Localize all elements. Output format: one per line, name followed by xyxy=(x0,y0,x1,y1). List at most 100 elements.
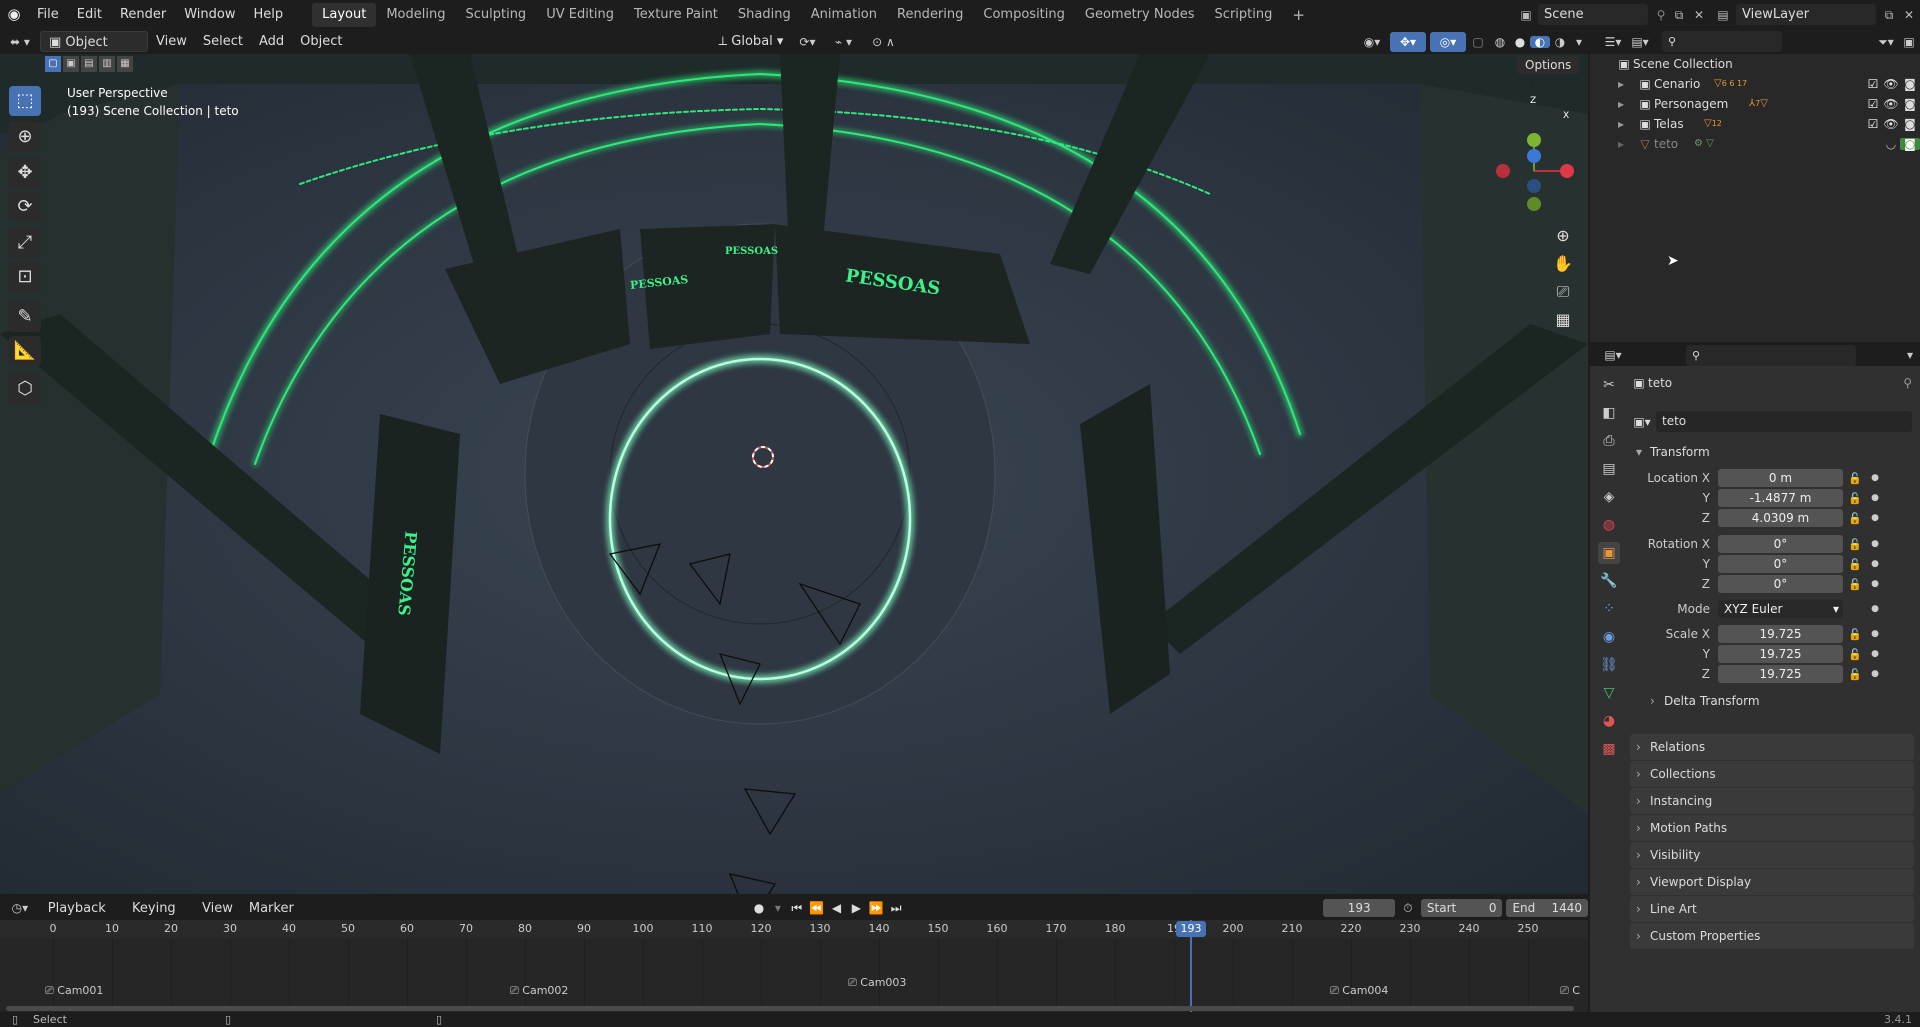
lock-icon[interactable]: 🔓 xyxy=(1843,513,1867,524)
modifiers-tab-icon[interactable]: 🔧 xyxy=(1598,570,1620,592)
properties-search-input[interactable]: ⚲ xyxy=(1686,344,1856,366)
lock-icon[interactable]: 🔓 xyxy=(1843,473,1867,484)
camera-marker[interactable]: ⎚ Cam004 xyxy=(1330,984,1388,998)
object-name-field[interactable]: teto xyxy=(1656,411,1912,432)
pivot-icon[interactable]: ⟳▾ xyxy=(791,36,823,48)
jump-end-icon[interactable]: ⏭ xyxy=(886,902,906,914)
overlay-toggle-icon[interactable]: ◎▾ xyxy=(1430,31,1466,52)
eye-icon[interactable]: 👁 xyxy=(1882,98,1900,110)
orientation-dropdown[interactable]: ⟂ Global ▾ xyxy=(710,31,791,52)
pin-icon[interactable]: ⚲ xyxy=(1903,377,1912,389)
menu-select[interactable]: Select xyxy=(195,31,251,52)
outliner-item-personagem[interactable]: ▸ ▣ Personagem ⅄7▽ ☑ 👁 ◙ xyxy=(1590,94,1920,114)
gizmo-toggle-icon[interactable]: ✥▾ xyxy=(1390,31,1426,52)
play-reverse-icon[interactable]: ◀ xyxy=(827,902,847,914)
outliner-item-teto[interactable]: ▸ ▽ teto ⚙ ▽ ◡ ◙ xyxy=(1590,134,1920,154)
particles-tab-icon[interactable]: ⁘ xyxy=(1598,598,1620,620)
lock-icon[interactable]: 🔓 xyxy=(1843,539,1867,550)
render-tab-icon[interactable]: ◧ xyxy=(1598,402,1620,424)
keyframe-dot-icon[interactable]: ● xyxy=(1867,579,1883,589)
menu-view[interactable]: View xyxy=(148,31,195,52)
timeline-view-menu[interactable]: View xyxy=(194,898,241,919)
tab-geometry-nodes[interactable]: Geometry Nodes xyxy=(1075,3,1205,27)
instancing-panel-header[interactable]: › Instancing xyxy=(1630,788,1914,814)
chevron-down-icon[interactable]: ▾ xyxy=(1900,349,1920,361)
pan-hand-icon[interactable]: ✋ xyxy=(1551,254,1575,278)
editor-type-icon[interactable]: ⬌ ▾ xyxy=(0,36,40,48)
scale-y-field[interactable]: 19.725 xyxy=(1718,645,1843,663)
exclude-checkbox[interactable]: ☑ xyxy=(1864,118,1882,130)
scene-tab-icon[interactable]: ◈ xyxy=(1598,486,1620,508)
play-icon[interactable]: ▶ xyxy=(846,902,866,914)
keyframe-dot-icon[interactable]: ● xyxy=(1867,604,1883,614)
keyframe-dot-icon[interactable]: ● xyxy=(1867,649,1883,659)
close-icon[interactable]: ✕ xyxy=(1898,9,1920,21)
solid-shading-icon[interactable]: ● xyxy=(1510,36,1530,48)
tab-scripting[interactable]: Scripting xyxy=(1205,3,1283,27)
lock-icon[interactable]: 🔓 xyxy=(1843,579,1867,590)
add-workspace-button[interactable]: + xyxy=(1282,3,1315,27)
expand-arrow-icon[interactable]: ▸ xyxy=(1618,134,1636,154)
rotation-mode-dropdown[interactable]: XYZ Euler ▾ xyxy=(1718,600,1843,618)
line-art-panel-header[interactable]: › Line Art xyxy=(1630,896,1914,922)
view-layer-icon[interactable]: ▤ xyxy=(1710,9,1736,21)
material-tab-icon[interactable]: ◕ xyxy=(1598,710,1620,732)
tab-layout[interactable]: Layout xyxy=(312,2,377,27)
view-layer-tab-icon[interactable]: ▤ xyxy=(1598,458,1620,480)
menu-render[interactable]: Render xyxy=(111,0,175,29)
expand-arrow-icon[interactable]: ▸ xyxy=(1618,114,1636,134)
menu-add[interactable]: Add xyxy=(251,31,292,52)
lock-icon[interactable]: 🔓 xyxy=(1843,629,1867,640)
rotation-z-field[interactable]: 0° xyxy=(1718,575,1843,593)
menu-file[interactable]: File xyxy=(28,0,68,29)
current-frame-field[interactable]: 193 xyxy=(1323,899,1396,917)
close-icon[interactable]: ✕ xyxy=(1688,9,1710,21)
scale-tool[interactable]: ⤢ xyxy=(9,228,41,258)
camera-marker[interactable]: ⎚ C xyxy=(1560,984,1580,998)
tab-uv-editing[interactable]: UV Editing xyxy=(536,3,624,27)
tab-compositing[interactable]: Compositing xyxy=(973,3,1075,27)
scale-z-field[interactable]: 19.725 xyxy=(1718,665,1843,683)
render-camera-icon[interactable]: ◙ xyxy=(1900,138,1920,150)
viewport-display-panel-header[interactable]: › Viewport Display xyxy=(1630,869,1914,895)
eye-icon[interactable]: 👁 xyxy=(1882,118,1900,130)
outliner-root[interactable]: ▣ Scene Collection xyxy=(1590,54,1920,74)
xray-icon[interactable]: ▢ xyxy=(1466,36,1490,48)
move-tool[interactable]: ✥ xyxy=(9,158,41,188)
tab-rendering[interactable]: Rendering xyxy=(887,3,973,27)
select-intersect-icon[interactable]: ▦ xyxy=(117,56,133,72)
marker-menu[interactable]: Marker xyxy=(241,898,302,919)
menu-edit[interactable]: Edit xyxy=(68,0,111,29)
camera-marker[interactable]: ⎚ Cam003 xyxy=(848,976,906,990)
prev-keyframe-icon[interactable]: ⏪ xyxy=(807,902,827,914)
new-collection-icon[interactable]: ▣ xyxy=(1898,36,1920,48)
camera-marker[interactable]: ⎚ Cam002 xyxy=(510,984,568,998)
snap-icon[interactable]: ⌁ ▾ xyxy=(823,36,863,48)
exclude-checkbox[interactable]: ☑ xyxy=(1864,78,1882,90)
new-scene-icon[interactable]: ⧉ xyxy=(1670,9,1688,21)
eye-hidden-icon[interactable]: ◡ xyxy=(1882,138,1900,150)
lock-icon[interactable]: 🔓 xyxy=(1843,649,1867,660)
outliner-item-telas[interactable]: ▸ ▣ Telas ▽12 ☑ 👁 ◙ xyxy=(1590,114,1920,134)
ortho-grid-icon[interactable]: ▦ xyxy=(1551,310,1575,334)
data-tab-icon[interactable]: ▽ xyxy=(1598,682,1620,704)
blender-logo-icon[interactable]: ◉ xyxy=(0,7,28,22)
filter-icon[interactable]: ⏷▾ xyxy=(1874,36,1898,48)
lock-icon[interactable]: 🔓 xyxy=(1843,493,1867,504)
world-tab-icon[interactable]: ◍ xyxy=(1598,514,1620,536)
keying-menu[interactable]: Keying ▾ xyxy=(124,898,194,937)
location-z-field[interactable]: 4.0309 m xyxy=(1718,509,1843,527)
proportional-edit-icon[interactable]: ⊙ ∧ xyxy=(863,36,903,48)
zoom-icon[interactable]: ⊕ xyxy=(1551,226,1575,250)
end-frame-field[interactable]: End 1440 xyxy=(1506,899,1589,917)
render-camera-icon[interactable]: ◙ xyxy=(1900,98,1920,110)
new-view-layer-icon[interactable]: ⧉ xyxy=(1880,9,1898,21)
keyframe-dot-icon[interactable]: ● xyxy=(1867,513,1883,523)
outliner-item-cenario[interactable]: ▸ ▣ Cenario ▽6 6 17 ☑ 👁 ◙ xyxy=(1590,74,1920,94)
constraints-tab-icon[interactable]: ⛓ xyxy=(1598,654,1620,676)
annotate-tool[interactable]: ✎ xyxy=(9,302,41,332)
relations-panel-header[interactable]: › Relations xyxy=(1630,734,1914,760)
object-tab-icon[interactable]: ▣ xyxy=(1598,542,1620,564)
options-button[interactable]: Options xyxy=(1517,56,1580,74)
pin-icon[interactable]: ⚲ xyxy=(1652,9,1670,21)
